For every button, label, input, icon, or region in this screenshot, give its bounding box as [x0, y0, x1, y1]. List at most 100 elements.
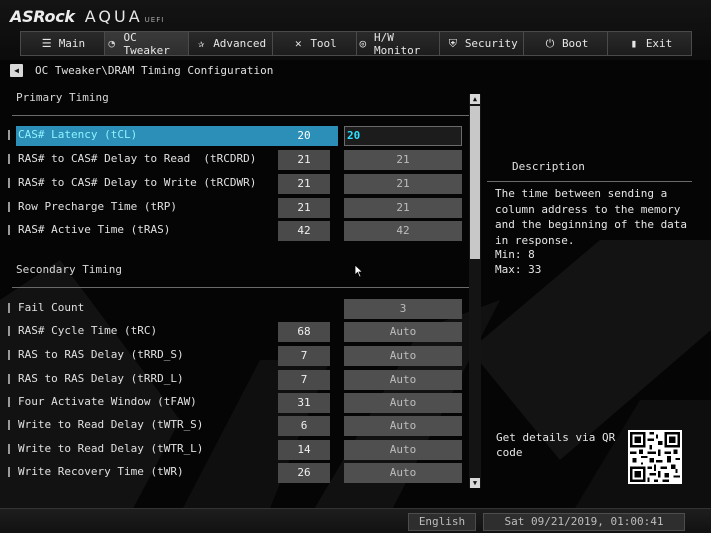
setting-row-tcl[interactable]: CAS# Latency (tCL) 20 20 [8, 126, 468, 146]
setting-value-input[interactable]: Auto [344, 393, 462, 413]
description-divider [487, 181, 692, 182]
setting-label: Write Recovery Time (tWR) [18, 465, 184, 478]
row-marker [8, 420, 10, 430]
list-icon: ☰ [41, 37, 52, 50]
asrock-aqua-logo: ASRock AQUA UEFI [10, 6, 164, 26]
setting-label: RAS# to CAS# Delay to Read (tRCDRD) [18, 152, 257, 165]
setting-value-input[interactable]: 20 [344, 126, 462, 146]
setting-value-input[interactable]: Auto [344, 322, 462, 342]
current-value: 14 [278, 440, 330, 460]
setting-row-trrd-l[interactable]: RAS to RAS Delay (tRRD_L) 7 Auto [8, 370, 468, 390]
row-marker [8, 225, 10, 235]
description-max: Max: 33 [495, 263, 542, 276]
current-value: 21 [278, 174, 330, 194]
section-title-secondary: Secondary Timing [16, 263, 122, 276]
current-value: 21 [278, 198, 330, 218]
tab-tool[interactable]: ✕ Tool [271, 31, 356, 56]
tools-icon: ✕ [295, 37, 302, 50]
setting-value-input[interactable]: Auto [344, 346, 462, 366]
tab-hw-monitor[interactable]: ◎ H/W Monitor [355, 30, 440, 57]
current-value: 20 [297, 129, 311, 142]
tab-boot[interactable]: ⏻ Boot [523, 31, 608, 56]
setting-value-input[interactable]: 42 [344, 221, 462, 241]
setting-value-input[interactable]: Auto [344, 416, 462, 436]
qr-caption: Get details via QR code [496, 431, 616, 459]
section-title-primary: Primary Timing [16, 91, 109, 104]
settings-panel: Primary Timing CAS# Latency (tCL) 20 20 … [8, 86, 470, 486]
setting-row-tras[interactable]: RAS# Active Time (tRAS) 42 42 [8, 221, 468, 241]
tab-exit[interactable]: ▮ Exit [607, 31, 692, 56]
row-marker [8, 130, 10, 140]
brand-name: ASRock [10, 6, 75, 26]
language-button[interactable]: English [408, 513, 476, 531]
tab-label: OC Tweaker [123, 30, 170, 57]
setting-label: Write to Read Delay (tWTR_L) [18, 442, 204, 455]
current-value: 21 [278, 150, 330, 170]
current-value: 42 [278, 221, 330, 241]
setting-value-input[interactable]: 21 [344, 198, 462, 218]
setting-label: RAS# Active Time (tRAS) [18, 223, 171, 236]
setting-row-trcdwr[interactable]: RAS# to CAS# Delay to Write (tRCDWR) 21 … [8, 174, 468, 194]
tab-label: Main [58, 37, 86, 50]
setting-label: Row Precharge Time (tRP) [18, 200, 177, 213]
setting-value-input[interactable]: 21 [344, 174, 462, 194]
section-divider [12, 287, 470, 288]
current-value: 31 [278, 393, 330, 413]
star-icon: ✰ [197, 37, 205, 50]
tab-security[interactable]: ⛨ Security [439, 31, 524, 56]
setting-row-trcdrd[interactable]: RAS# to CAS# Delay to Read (tRCDRD) 21 2… [8, 150, 468, 170]
qr-code-icon [628, 430, 682, 484]
tab-label: Advanced [213, 37, 267, 50]
scroll-up-icon[interactable]: ▲ [470, 94, 480, 104]
setting-row-twtr-l[interactable]: Write to Read Delay (tWTR_L) 14 Auto [8, 440, 468, 460]
shield-icon: ⛨ [448, 36, 457, 50]
current-value: 6 [278, 416, 330, 436]
current-value: 7 [278, 346, 330, 366]
tab-advanced[interactable]: ✰ Advanced [187, 31, 272, 56]
row-marker [8, 303, 10, 313]
setting-row-trrd-s[interactable]: RAS to RAS Delay (tRRD_S) 7 Auto [8, 346, 468, 366]
tab-main[interactable]: ☰ Main [20, 31, 104, 56]
scroll-down-icon[interactable]: ▼ [470, 478, 480, 488]
row-marker [8, 350, 10, 360]
exit-icon: ▮ [630, 37, 638, 50]
tab-label: Tool [310, 37, 337, 50]
setting-value-input[interactable]: Auto [344, 463, 462, 483]
tab-label: H/W Monitor [374, 30, 421, 57]
main-tab-bar: ☰ Main ◔ OC Tweaker ✰ Advanced ✕ Tool ◎ … [20, 30, 692, 57]
product-name: AQUA [84, 6, 143, 26]
setting-row-fail-count[interactable]: Fail Count 3 [8, 299, 468, 319]
breadcrumb-path: OC Tweaker\DRAM Timing Configuration [35, 63, 274, 77]
setting-label: RAS# Cycle Time (tRC) [18, 324, 158, 337]
setting-value-input[interactable]: 3 [344, 299, 462, 319]
tab-oc-tweaker[interactable]: ◔ OC Tweaker [103, 30, 188, 57]
row-marker [8, 154, 10, 164]
settings-scrollbar[interactable]: ▲ ▼ [469, 94, 481, 488]
row-marker [8, 178, 10, 188]
setting-row-trp[interactable]: Row Precharge Time (tRP) 21 21 [8, 198, 468, 218]
current-value: 7 [278, 370, 330, 390]
scroll-thumb[interactable] [470, 106, 480, 259]
back-arrow-icon[interactable]: ◀ [10, 63, 23, 77]
description-text: The time between sending a column addres… [495, 187, 688, 247]
oc-icon: ◔ [108, 37, 115, 50]
setting-row-trc[interactable]: RAS# Cycle Time (tRC) 68 Auto [8, 322, 468, 342]
product-suffix: UEFI [144, 16, 165, 24]
setting-label: RAS# to CAS# Delay to Write (tRCDWR) [18, 176, 257, 189]
setting-value-input[interactable]: Auto [344, 370, 462, 390]
current-value: 68 [278, 322, 330, 342]
section-divider [12, 115, 470, 116]
description-title: Description [512, 160, 585, 173]
row-marker [8, 374, 10, 384]
description-min: Min: 8 [495, 248, 535, 261]
setting-value-input[interactable]: 21 [344, 150, 462, 170]
setting-row-twtr-s[interactable]: Write to Read Delay (tWTR_S) 6 Auto [8, 416, 468, 436]
setting-label: Fail Count [18, 301, 85, 314]
setting-row-tfaw[interactable]: Four Activate Window (tFAW) 31 Auto [8, 393, 468, 413]
footer-bar: English Sat 09/21/2019, 01:00:41 [0, 508, 711, 533]
setting-row-twr[interactable]: Write Recovery Time (tWR) 26 Auto [8, 463, 468, 483]
setting-label: Write to Read Delay (tWTR_S) [18, 418, 204, 431]
setting-value-input[interactable]: Auto [344, 440, 462, 460]
row-marker [8, 444, 10, 454]
row-marker [8, 397, 10, 407]
